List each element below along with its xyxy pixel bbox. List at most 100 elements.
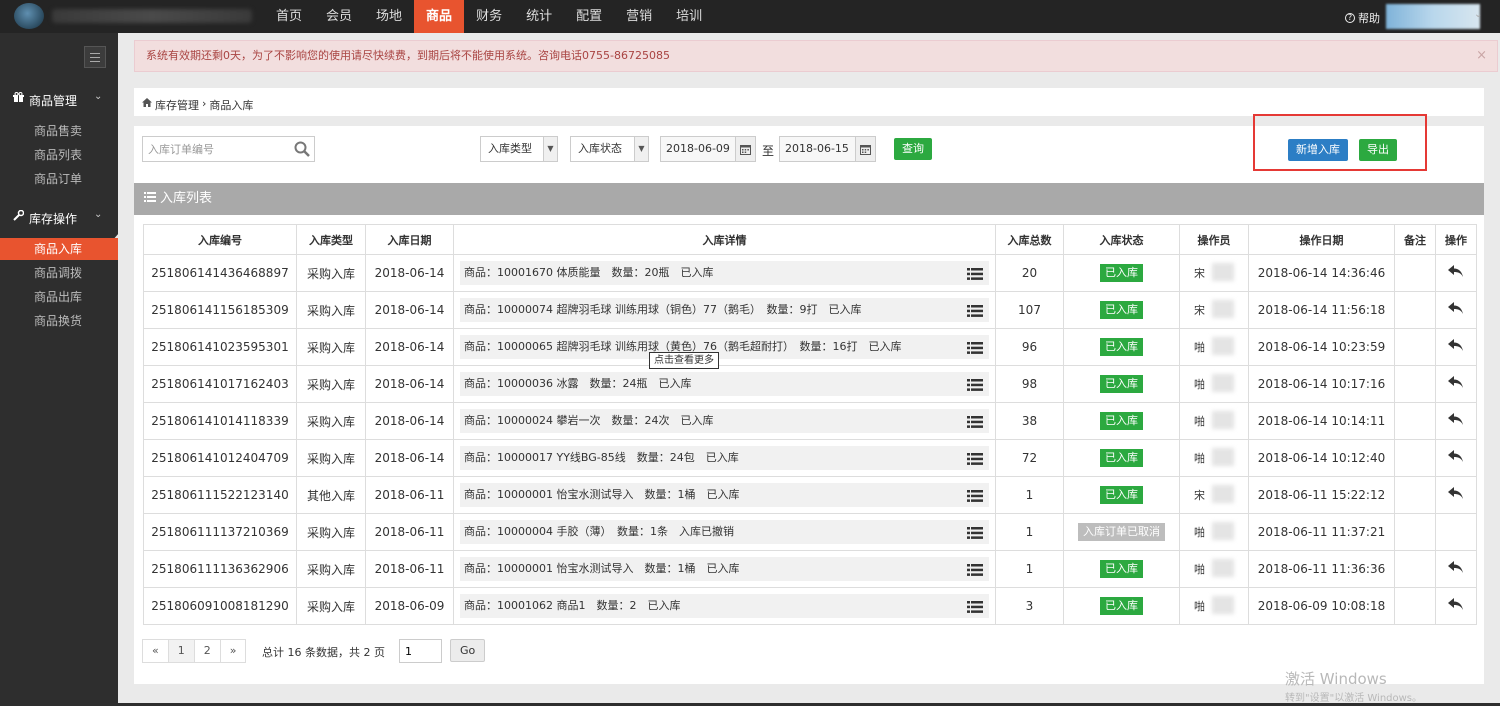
cell-type: 采购入库 <box>296 513 366 551</box>
date-range-separator: 至 <box>762 144 775 158</box>
detail-box[interactable]: 商品：10000036 冰露 数量：24瓶 已入库 <box>460 372 989 396</box>
detail-box[interactable]: 商品：10001670 体质能量 数量：20瓶 已入库 <box>460 261 989 285</box>
list-icon[interactable] <box>967 339 983 363</box>
pager-page-1[interactable]: 1 <box>167 639 195 663</box>
stock-status-select[interactable]: 入库状态 ▼ <box>570 136 649 162</box>
logo-text-blurred <box>52 9 252 23</box>
cell-type: 采购入库 <box>296 365 366 403</box>
cell-operator: 啪 <box>1179 513 1249 551</box>
date-from-input[interactable]: 2018-06-09 <box>660 136 756 162</box>
list-icon[interactable] <box>967 524 983 548</box>
undo-icon[interactable] <box>1448 487 1464 503</box>
calendar-icon[interactable] <box>735 137 755 161</box>
sidebar-item-stock-transfer[interactable]: 商品调拨 <box>0 262 118 284</box>
undo-icon[interactable] <box>1448 339 1464 355</box>
close-icon[interactable]: × <box>1476 41 1487 71</box>
cell-action <box>1435 439 1477 477</box>
cell-detail: 商品：10000001 怡宝水测试导入 数量：1桶 已入库 <box>453 476 996 514</box>
sidebar-item-stock-in[interactable]: 商品入库 <box>0 238 118 260</box>
list-icon[interactable] <box>967 450 983 474</box>
operator-name-text: 啪 <box>1194 415 1205 428</box>
nav-item-4[interactable]: 财务 <box>464 0 514 33</box>
cell-date: 2018-06-11 <box>365 476 454 514</box>
chevron-down-icon[interactable]: ⌄ <box>1474 9 1482 20</box>
add-stock-in-button[interactable]: 新增入库 <box>1288 139 1348 161</box>
nav-item-5[interactable]: 统计 <box>514 0 564 33</box>
sidebar-group-product-management[interactable]: 商品管理 ⌄ <box>0 83 118 115</box>
nav-item-0[interactable]: 首页 <box>264 0 314 33</box>
list-icon[interactable] <box>967 302 983 326</box>
status-badge: 已入库 <box>1100 412 1143 430</box>
menu-toggle-button[interactable] <box>84 46 106 68</box>
breadcrumb: 库存管理 › 商品入库 <box>142 97 253 113</box>
detail-box[interactable]: 商品：10000065 超牌羽毛球 训练用球（黄色）76（鹅毛超耐打） 数量：1… <box>460 335 989 359</box>
undo-icon[interactable] <box>1448 561 1464 577</box>
pager-next[interactable]: » <box>219 639 247 663</box>
detail-box[interactable]: 商品：10000001 怡宝水测试导入 数量：1桶 已入库 <box>460 557 989 581</box>
undo-icon[interactable] <box>1448 302 1464 318</box>
sidebar-item-stock-out[interactable]: 商品出库 <box>0 286 118 308</box>
help-link[interactable]: ? 帮助 <box>1345 10 1380 26</box>
undo-icon[interactable] <box>1448 450 1464 466</box>
undo-icon[interactable] <box>1448 413 1464 429</box>
nav-item-2[interactable]: 场地 <box>364 0 414 33</box>
operator-blur <box>1212 411 1234 429</box>
nav-item-8[interactable]: 培训 <box>664 0 714 33</box>
undo-icon[interactable] <box>1448 598 1464 614</box>
nav-item-6[interactable]: 配置 <box>564 0 614 33</box>
detail-box[interactable]: 商品：10000001 怡宝水测试导入 数量：1桶 已入库 <box>460 483 989 507</box>
user-avatar-blurred[interactable] <box>1386 4 1480 29</box>
operator-name: 啪 <box>1194 411 1234 429</box>
sidebar-item-product-sale[interactable]: 商品售卖 <box>0 120 118 142</box>
table-row: 251806111522123140 其他入库 2018-06-11 商品：10000… <box>143 476 1477 514</box>
sidebar-item-stock-exchange[interactable]: 商品换货 <box>0 310 118 332</box>
cell-operator: 啪 <box>1179 439 1249 477</box>
undo-icon[interactable] <box>1448 376 1464 392</box>
cell-note <box>1394 550 1436 588</box>
cell-type: 采购入库 <box>296 439 366 477</box>
sidebar-item-product-list[interactable]: 商品列表 <box>0 144 118 166</box>
operator-blur <box>1212 559 1234 577</box>
query-button[interactable]: 查询 <box>894 138 932 160</box>
status-badge: 已入库 <box>1100 264 1143 282</box>
nav-item-1[interactable]: 会员 <box>314 0 364 33</box>
sidebar-group-inventory[interactable]: 库存操作 ⌄ <box>0 201 118 233</box>
list-icon[interactable] <box>967 487 983 511</box>
list-icon[interactable] <box>967 598 983 622</box>
expiry-alert: 系统有效期还剩0天，为了不影响您的使用请尽快续费，到期后将不能使用系统。咨询电话… <box>134 40 1498 72</box>
cell-detail: 商品：10000004 手胶（薄） 数量：1条 入库已撤销 <box>453 513 996 551</box>
list-icon[interactable] <box>967 376 983 400</box>
sidebar: 商品管理 ⌄ 商品售卖 商品列表 商品订单 库存操作 ⌄ 商品入库 商品调拨 商… <box>0 33 119 706</box>
list-icon[interactable] <box>967 265 983 289</box>
date-to-input[interactable]: 2018-06-15 <box>779 136 876 162</box>
app-logo[interactable] <box>14 3 254 29</box>
detail-box[interactable]: 商品：10000024 攀岩一次 数量：24次 已入库 <box>460 409 989 433</box>
cell-total: 1 <box>995 550 1064 588</box>
detail-box[interactable]: 商品：10000017 YY线BG-85线 数量：24包 已入库 <box>460 446 989 470</box>
cell-status: 已入库 <box>1063 291 1180 329</box>
go-button[interactable]: Go <box>450 639 486 662</box>
status-badge: 已入库 <box>1100 597 1143 615</box>
nav-item-3[interactable]: 商品 <box>414 0 465 33</box>
pager-page-2[interactable]: 2 <box>193 639 221 663</box>
cell-action <box>1435 402 1477 440</box>
page-jump-input[interactable] <box>399 639 442 663</box>
detail-box[interactable]: 商品：10001062 商品1 数量：2 已入库 <box>460 594 989 618</box>
detail-box[interactable]: 商品：10000074 超牌羽毛球 训练用球（铜色）77（鹅毛） 数量：9打 已… <box>460 298 989 322</box>
list-icon[interactable] <box>967 561 983 585</box>
operator-name-text: 啪 <box>1194 452 1205 465</box>
detail-box[interactable]: 商品：10000004 手胶（薄） 数量：1条 入库已撤销 <box>460 520 989 544</box>
breadcrumb-parent[interactable]: 库存管理 <box>155 97 199 113</box>
stock-type-select[interactable]: 入库类型 ▼ <box>480 136 558 162</box>
export-button[interactable]: 导出 <box>1359 139 1397 161</box>
cell-action <box>1435 291 1477 329</box>
sidebar-item-product-orders[interactable]: 商品订单 <box>0 168 118 190</box>
pager-prev[interactable]: « <box>142 639 169 663</box>
order-search-input[interactable] <box>143 137 283 161</box>
undo-icon[interactable] <box>1448 265 1464 281</box>
list-icon[interactable] <box>967 413 983 437</box>
calendar-icon[interactable] <box>855 137 875 161</box>
search-icon[interactable] <box>294 141 310 160</box>
content-panel: 库存管理 › 商品入库 入库类型 ▼ 入库状态 ▼ 2018-06-09 至 2… <box>134 88 1484 684</box>
nav-item-7[interactable]: 营销 <box>614 0 664 33</box>
